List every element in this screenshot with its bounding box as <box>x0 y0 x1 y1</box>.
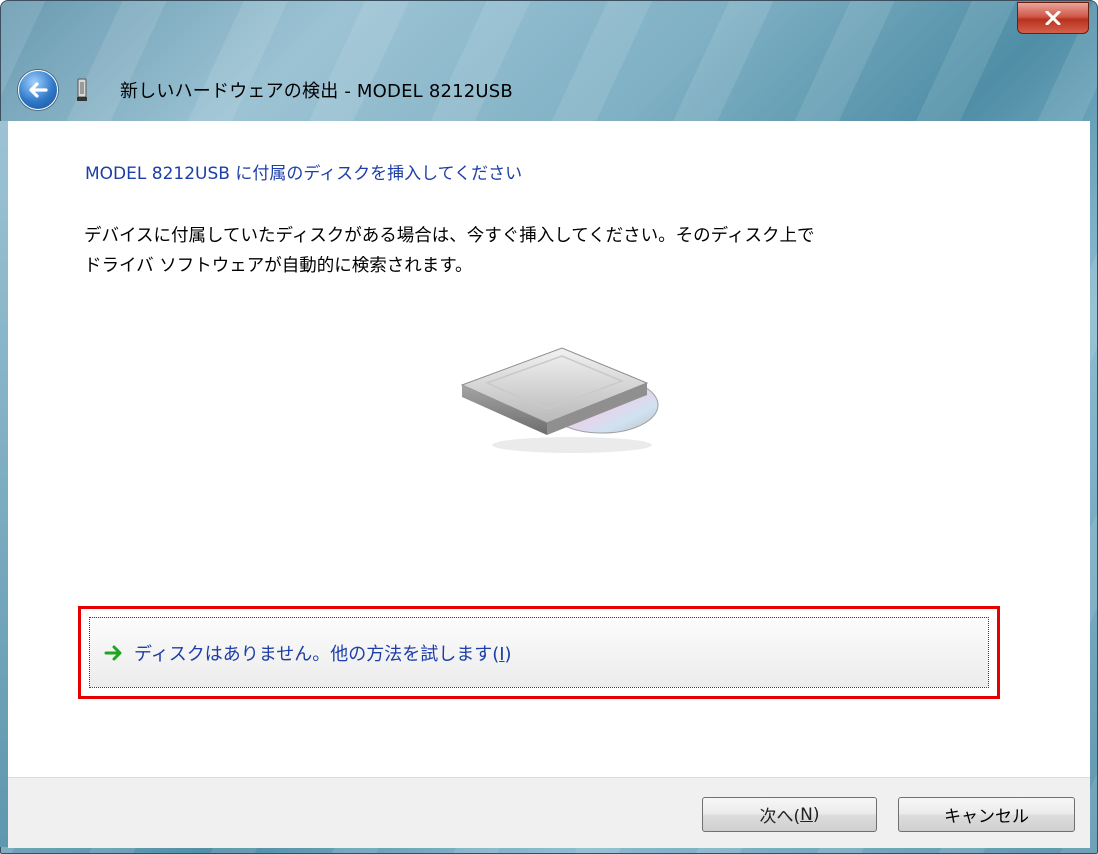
green-arrow-icon <box>104 643 124 663</box>
highlight-frame: ディスクはありません。他の方法を試します(I) <box>78 606 1000 699</box>
close-button[interactable] <box>1017 2 1089 34</box>
title-bar: 新しいハードウェアの検出 - MODEL 8212USB <box>9 59 1089 121</box>
cancel-button[interactable]: キャンセル <box>898 797 1075 832</box>
usb-device-icon <box>75 77 89 103</box>
button-bar: 次へ(N) キャンセル <box>8 777 1090 848</box>
description-line-2: ドライバ ソフトウェアが自動的に検索されます。 <box>84 256 473 276</box>
dialog-content: MODEL 8212USB に付属のディスクを挿入してください デバイスに付属し… <box>8 121 1090 777</box>
back-arrow-icon <box>29 82 48 98</box>
back-button[interactable] <box>18 70 58 110</box>
next-shortcut-key: N <box>800 804 813 825</box>
window-left-border <box>0 121 8 847</box>
window-title: 新しいハードウェアの検出 - MODEL 8212USB <box>120 81 513 102</box>
next-button[interactable]: 次へ(N) <box>702 797 877 832</box>
description-line-1: デバイスに付属していたディスクがある場合は、今すぐ挿入してください。そのディスク… <box>84 226 815 246</box>
instruction-heading: MODEL 8212USB に付属のディスクを挿入してください <box>85 164 523 184</box>
description-text: デバイスに付属していたディスクがある場合は、今すぐ挿入してください。そのディスク… <box>84 221 1024 281</box>
no-disk-option-label: ディスクはありません。他の方法を試します(I) <box>134 643 512 665</box>
no-disk-option[interactable]: ディスクはありません。他の方法を試します(I) <box>89 617 989 688</box>
close-icon <box>1045 11 1061 25</box>
disk-drive-icon <box>460 347 659 453</box>
